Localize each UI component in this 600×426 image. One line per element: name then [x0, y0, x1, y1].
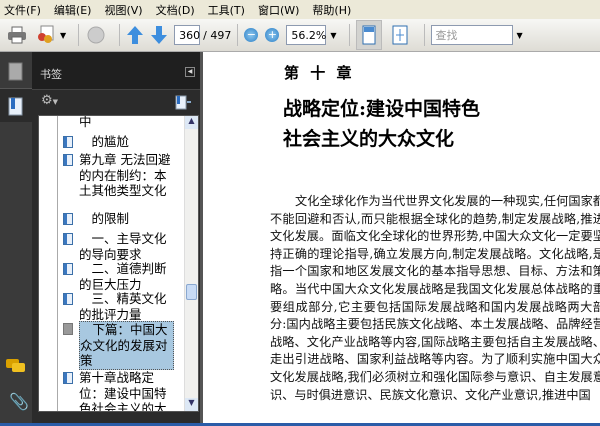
- bookmark-scrollbar[interactable]: ▲ ▼: [184, 116, 198, 411]
- page-number-input[interactable]: 360: [174, 25, 201, 45]
- next-page-icon[interactable]: [150, 25, 168, 45]
- menu-file[interactable]: 文件(F): [4, 2, 41, 18]
- bookmark-icon: [63, 263, 73, 275]
- scroll-down-icon[interactable]: ▼: [185, 398, 198, 411]
- menu-edit[interactable]: 编辑(E): [54, 2, 92, 18]
- bookmarks-icon: [8, 97, 23, 116]
- divider: [119, 24, 121, 46]
- menu-window[interactable]: 窗口(W): [258, 2, 299, 18]
- bookmark-item[interactable]: 中: [63, 116, 188, 130]
- search-dropdown-icon[interactable]: ▼: [517, 31, 523, 40]
- chevron-down-icon[interactable]: ▼: [60, 31, 66, 40]
- zoom-in-icon[interactable]: +: [265, 28, 280, 42]
- bookmarks-tab[interactable]: [0, 88, 33, 122]
- zoom-dropdown-icon[interactable]: ▼: [330, 31, 336, 40]
- bookmark-icon: [63, 293, 73, 305]
- zoom-input[interactable]: 56.2%: [286, 25, 327, 45]
- attachment-icon[interactable]: 📎: [9, 392, 29, 411]
- previous-page-icon[interactable]: [126, 25, 144, 45]
- fit-page-icon[interactable]: [388, 23, 412, 47]
- bookmark-icon: [63, 323, 73, 335]
- menu-tools[interactable]: 工具(T): [208, 2, 245, 18]
- globe-icon: [85, 23, 107, 47]
- bookmark-icon: [63, 233, 73, 245]
- toolbar: ▼ 360 / 497 − + 56.2% ▼ 查找 ▼: [0, 19, 600, 52]
- bookmark-icon: [63, 213, 73, 225]
- bookmark-item[interactable]: 三、精英文化的批评力量: [63, 291, 188, 322]
- bookmark-item[interactable]: 一、主导文化的导向要求: [63, 231, 188, 262]
- bookmark-icon: [63, 136, 73, 148]
- chapter-heading-line1: 战略定位:建设中国特色: [283, 98, 481, 120]
- page-total: / 497: [203, 28, 232, 42]
- bookmark-item[interactable]: 的尴尬: [63, 134, 188, 150]
- print-icon[interactable]: [6, 23, 28, 47]
- document-page: 第 十 章 战略定位:建设中国特色 社会主义的大众文化 文化全球化作为当代世界文…: [203, 52, 600, 424]
- expand-bookmark-icon[interactable]: [175, 95, 191, 110]
- menu-view[interactable]: 视图(V): [104, 2, 142, 18]
- comments-icon[interactable]: [6, 358, 26, 374]
- navigation-icon-strip: 📎: [0, 52, 33, 424]
- bookmark-item[interactable]: 的限制: [63, 211, 188, 227]
- menu-bar: 文件(F) 编辑(E) 视图(V) 文档(D) 工具(T) 窗口(W) 帮助(H…: [0, 0, 600, 19]
- panel-options-bar: ⚙▼: [32, 90, 202, 114]
- menu-help[interactable]: 帮助(H): [312, 2, 351, 18]
- bookmarks-panel: 书签 ◀ ⚙▼ 中 的尴尬 第九章 无法回避的内在制约：本土其他类型文化 的限制…: [32, 52, 202, 424]
- divider: [237, 24, 239, 46]
- bookmark-list: 中 的尴尬 第九章 无法回避的内在制约：本土其他类型文化 的限制 一、主导文化的…: [38, 115, 199, 412]
- collapse-panel-button[interactable]: ◀: [185, 67, 195, 77]
- chapter-heading-line2: 社会主义的大众文化: [283, 128, 455, 150]
- scrollbar-thumb[interactable]: [186, 284, 197, 300]
- bookmark-icon: [63, 372, 73, 384]
- bookmark-item-selected[interactable]: 下篇：中国大众文化的发展对策: [63, 321, 188, 370]
- divider: [78, 24, 80, 46]
- options-gear-icon[interactable]: ⚙▼: [41, 93, 58, 108]
- scroll-up-icon[interactable]: ▲: [185, 116, 198, 129]
- zoom-out-icon[interactable]: −: [244, 28, 259, 42]
- tree-line: [57, 116, 58, 411]
- body-text: 文化全球化作为当代世界文化发展的一种现实,任何国家都不能回避和否认,而只能根据全…: [270, 194, 600, 402]
- collaborate-icon[interactable]: [34, 23, 56, 47]
- bookmark-item[interactable]: 二、道德判断的巨大压力: [63, 261, 188, 292]
- panel-header: 书签 ◀: [32, 52, 202, 90]
- chapter-number: 第 十 章: [284, 64, 352, 82]
- search-input[interactable]: 查找: [430, 25, 513, 45]
- fit-width-icon[interactable]: [355, 20, 382, 50]
- bookmark-item[interactable]: 第九章 无法回避的内在制约：本土其他类型文化: [63, 152, 188, 199]
- menu-document[interactable]: 文档(D): [156, 2, 195, 18]
- bookmark-icon: [63, 154, 73, 166]
- panel-title: 书签: [40, 68, 62, 81]
- divider: [423, 24, 425, 46]
- bookmark-item[interactable]: 第十章战略定位：建设中国特色社会主义的大众: [63, 370, 188, 411]
- divider: [348, 24, 350, 46]
- pages-icon[interactable]: [8, 62, 24, 82]
